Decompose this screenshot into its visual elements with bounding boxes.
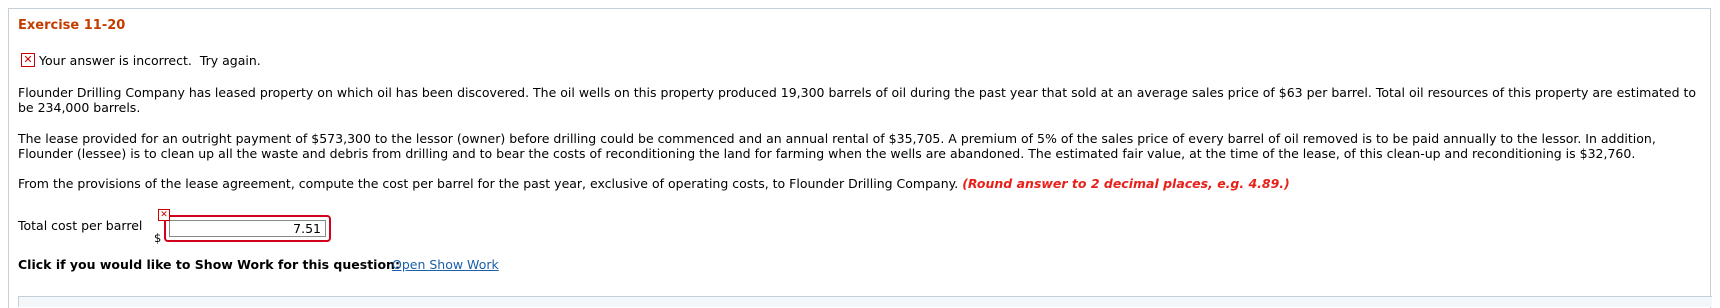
question-text: From the provisions of the lease agreeme… [18, 176, 959, 191]
answer-error-outline [164, 215, 331, 242]
show-work-prompt: Click if you would like to Show Work for… [18, 257, 400, 272]
open-show-work-link[interactable]: Open Show Work [392, 257, 499, 272]
feedback-text: Your answer is incorrect. Try again. [39, 52, 261, 68]
problem-paragraph-2: The lease provided for an outright payme… [18, 131, 1656, 161]
total-cost-per-barrel-input[interactable] [169, 220, 326, 237]
problem-paragraph-3: From the provisions of the lease agreeme… [18, 176, 1708, 191]
rounding-hint: (Round answer to 2 decimal places, e.g. … [962, 176, 1290, 191]
answer-label: Total cost per barrel [18, 218, 143, 233]
feedback-message: ✕ Your answer is incorrect. Try again. [21, 52, 261, 68]
currency-symbol: $ [154, 231, 162, 245]
exercise-title: Exercise 11-20 [18, 18, 126, 33]
x-icon: ✕ [21, 53, 35, 67]
next-section-panel [18, 296, 1712, 307]
problem-paragraph-1: Flounder Drilling Company has leased pro… [18, 85, 1697, 115]
x-icon: ✕ [158, 209, 170, 221]
